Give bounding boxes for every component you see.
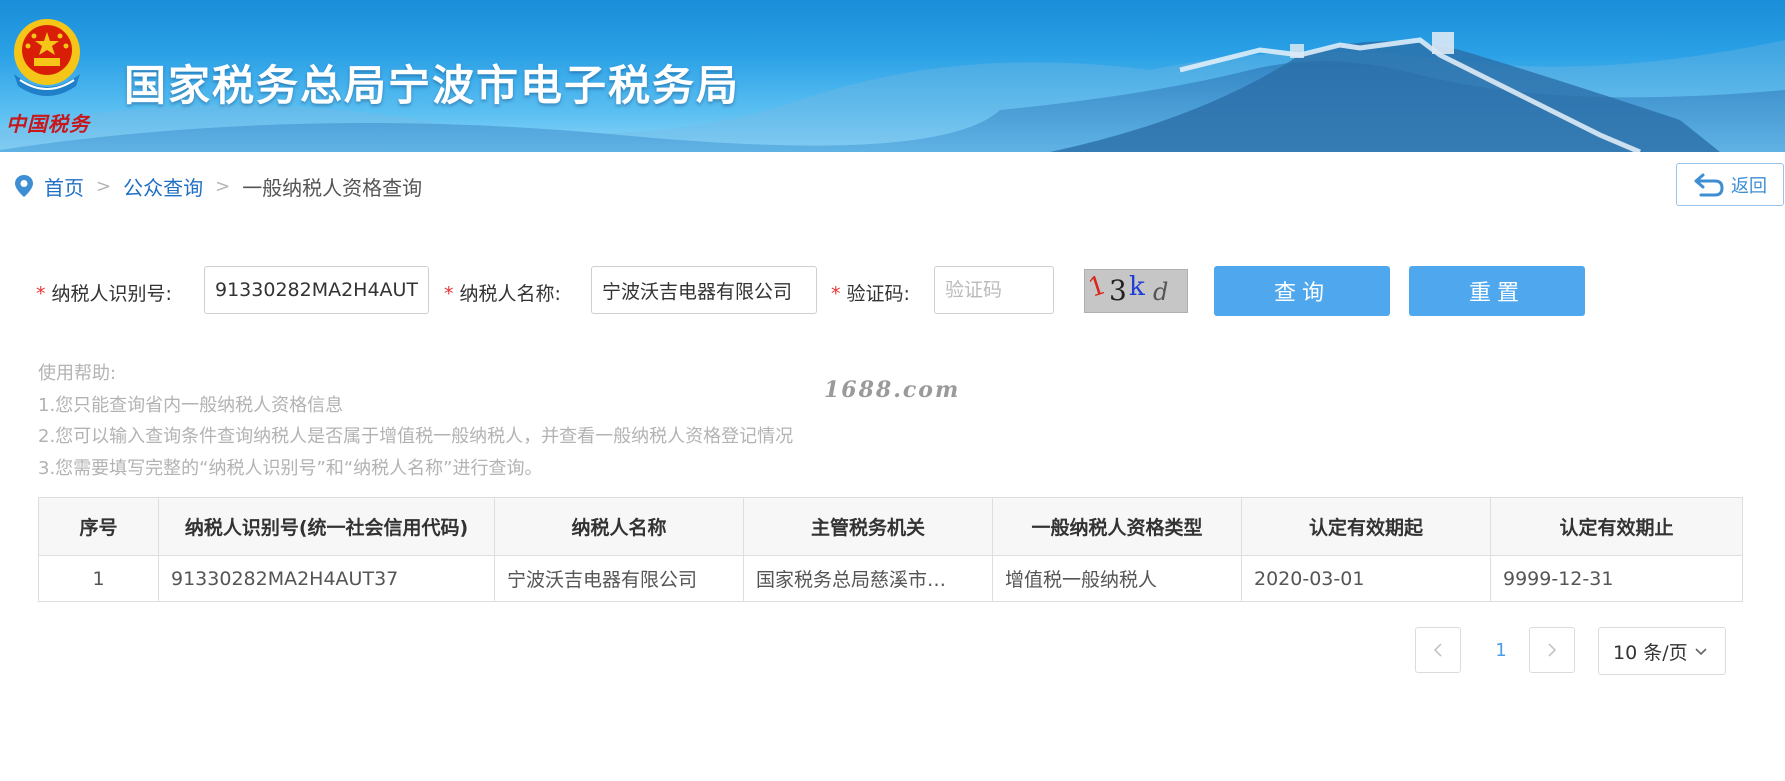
chevron-right-icon: [1548, 643, 1557, 657]
cell-valid-to: 9999-12-31: [1490, 555, 1743, 602]
taxpayer-name-input[interactable]: [591, 266, 817, 314]
watermark: 1688.com: [824, 377, 961, 403]
captcha-image[interactable]: 1 3 k d: [1084, 269, 1188, 313]
query-button[interactable]: 查询: [1214, 266, 1390, 316]
column-header-taxpayer-id: 纳税人识别号(统一社会信用代码): [158, 497, 495, 556]
cell-taxpayer-name: 宁波沃吉电器有限公司: [494, 555, 744, 602]
next-page-button[interactable]: [1529, 627, 1575, 673]
captcha-input[interactable]: [934, 266, 1054, 314]
breadcrumb: 首页 > 公众查询 > 一般纳税人资格查询: [14, 172, 422, 200]
brand-script-logo: 中国税务: [6, 112, 90, 136]
page-size-value: 10 条/页: [1613, 641, 1688, 664]
table-row: 1 91330282MA2H4AUT37 宁波沃吉电器有限公司 国家税务总局慈溪…: [38, 555, 1743, 602]
reset-button[interactable]: 重置: [1409, 266, 1585, 316]
help-title: 使用帮助:: [38, 363, 117, 384]
help-section: 使用帮助: 1.您只能查询省内一般纳税人资格信息 2.您可以输入查询条件查询纳税…: [38, 358, 793, 484]
breadcrumb-home-link[interactable]: 首页: [44, 172, 84, 201]
cell-taxpayer-id: 91330282MA2H4AUT37: [158, 555, 495, 602]
column-header-valid-from: 认定有效期起: [1241, 497, 1491, 556]
column-header-valid-to: 认定有效期止: [1490, 497, 1743, 556]
help-line: 1.您只能查询省内一般纳税人资格信息: [38, 394, 344, 416]
back-button-label: 返回: [1731, 175, 1767, 197]
breadcrumb-separator: >: [215, 175, 231, 197]
help-line: 3.您需要填写完整的“纳税人识别号”和“纳税人名称”进行查询。: [38, 457, 543, 479]
site-title: 国家税务总局宁波市电子税务局: [124, 61, 741, 110]
cell-valid-from: 2020-03-01: [1241, 555, 1491, 602]
results-table: 序号 纳税人识别号(统一社会信用代码) 纳税人名称 主管税务机关 一般纳税人资格…: [38, 497, 1743, 602]
taxpayer-name-label: * 纳税人名称:: [444, 283, 561, 305]
location-pin-icon: [15, 175, 33, 197]
chevron-left-icon: [1433, 643, 1442, 657]
column-header-tax-authority: 主管税务机关: [743, 497, 993, 556]
return-arrow-icon: [1694, 173, 1724, 196]
taxpayer-id-label: * 纳税人识别号:: [36, 283, 172, 305]
breadcrumb-separator: >: [96, 175, 112, 197]
page-size-select[interactable]: 10 条/页: [1598, 627, 1726, 675]
column-header-index: 序号: [38, 497, 159, 556]
prev-page-button[interactable]: [1415, 627, 1461, 673]
breadcrumb-current: 一般纳税人资格查询: [242, 175, 423, 200]
page-number-current[interactable]: 1: [1478, 627, 1524, 673]
column-header-qualification-type: 一般纳税人资格类型: [992, 497, 1242, 556]
national-emblem-icon: [14, 19, 80, 96]
help-line: 2.您可以输入查询条件查询纳税人是否属于增值税一般纳税人，并查看一般纳税人资格登…: [38, 426, 794, 447]
header-banner: 中国税务 国家税务总局宁波市电子税务局: [0, 0, 1785, 152]
breadcrumb-public-query-link[interactable]: 公众查询: [123, 172, 203, 201]
column-header-taxpayer-name: 纳税人名称: [494, 497, 744, 556]
chevron-down-icon: [1695, 648, 1707, 656]
cell-tax-authority: 国家税务总局慈溪市…: [743, 555, 993, 602]
cell-qualification-type: 增值税一般纳税人: [992, 555, 1242, 602]
taxpayer-id-input[interactable]: [204, 266, 429, 314]
captcha-label: * 验证码:: [831, 283, 910, 305]
table-header-row: 序号 纳税人识别号(统一社会信用代码) 纳税人名称 主管税务机关 一般纳税人资格…: [38, 497, 1743, 556]
cell-index: 1: [38, 555, 159, 602]
back-button[interactable]: 返回: [1676, 163, 1784, 206]
